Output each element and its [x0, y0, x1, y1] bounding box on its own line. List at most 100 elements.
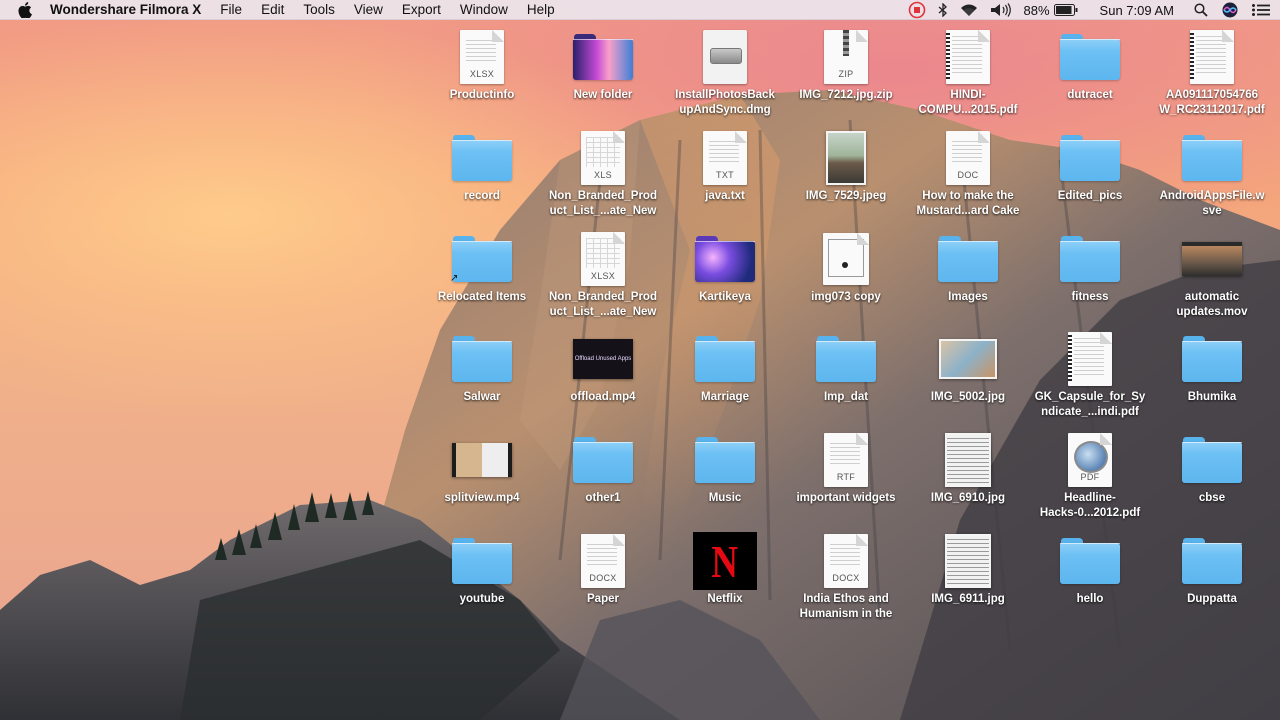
desktop-item[interactable]: DOCX India Ethos and Humanism in the	[785, 532, 907, 621]
desktop-item[interactable]: Marriage	[664, 330, 786, 405]
item-thumbnail: DOCX	[571, 532, 635, 590]
bluetooth-icon[interactable]	[938, 3, 948, 17]
desktop-item[interactable]: ZIP IMG_7212.jpg.zip	[785, 28, 907, 103]
document-icon: XLSX	[460, 30, 504, 84]
desktop-item[interactable]: other1	[542, 431, 664, 506]
clock[interactable]: Sun 7:09 AM	[1100, 3, 1174, 18]
desktop-item[interactable]: TXT java.txt	[664, 129, 786, 204]
photo-thumbnail	[826, 131, 866, 185]
desktop-item[interactable]: AndroidAppsFile.w sve	[1151, 129, 1273, 218]
wifi-icon[interactable]	[960, 3, 978, 17]
menu-app-name[interactable]: Wondershare Filmora X	[50, 2, 201, 17]
desktop-item[interactable]: automatic updates.mov	[1151, 230, 1273, 319]
folder-icon	[452, 336, 512, 382]
desktop-item[interactable]: N Netflix	[664, 532, 786, 607]
menu-edit[interactable]: Edit	[261, 2, 284, 17]
desktop-item[interactable]: DOC How to make the Mustard...ard Cake	[907, 129, 1029, 218]
folder-icon	[1060, 135, 1120, 181]
item-label: Non_Branded_Prod uct_List_...ate_New	[549, 190, 657, 217]
item-thumbnail	[1180, 28, 1244, 86]
record-stop-icon[interactable]	[908, 1, 926, 19]
item-thumbnail	[450, 532, 514, 590]
desktop-item[interactable]: ↗ Relocated Items	[421, 230, 543, 305]
desktop-item[interactable]: hello	[1029, 532, 1151, 607]
spotlight-icon[interactable]	[1194, 3, 1208, 17]
document-icon	[823, 233, 869, 285]
desktop-item[interactable]: XLSX Non_Branded_Prod uct_List_...ate_New	[542, 230, 664, 319]
video-thumbnail	[1182, 242, 1242, 276]
item-label: GK_Capsule_for_Sy ndicate_...indi.pdf	[1034, 391, 1146, 418]
desktop-item[interactable]: IMG_6911.jpg	[907, 532, 1029, 607]
desktop-item[interactable]: Offload Unused Apps offload.mp4	[542, 330, 664, 405]
menu-file[interactable]: File	[220, 2, 242, 17]
menu-tools[interactable]: Tools	[303, 2, 335, 17]
folder-icon: ↗	[450, 236, 512, 284]
desktop-item[interactable]: Images	[907, 230, 1029, 305]
netflix-logo-icon: N	[693, 532, 757, 590]
desktop-item[interactable]: IMG_5002.jpg	[907, 330, 1029, 405]
item-label: Netflix	[707, 593, 743, 605]
desktop-item[interactable]: RTF important widgets	[785, 431, 907, 506]
file-extension-badge: TXT	[716, 170, 734, 180]
desktop-item[interactable]: Kartikeya	[664, 230, 786, 305]
item-label: Music	[708, 492, 742, 504]
desktop-item[interactable]: Music	[664, 431, 786, 506]
item-label: IMG_6911.jpg	[931, 593, 1005, 605]
desktop-item[interactable]: dutracet	[1029, 28, 1151, 103]
item-thumbnail	[571, 431, 635, 489]
drive-icon	[710, 48, 742, 64]
volume-icon[interactable]	[990, 3, 1012, 17]
desktop-item[interactable]: HINDI- COMPU...2015.pdf	[907, 28, 1029, 117]
desktop-item[interactable]: XLSX Productinfo	[421, 28, 543, 103]
item-label: img073 copy	[811, 291, 881, 303]
desktop-item[interactable]: IMG_7529.jpeg	[785, 129, 907, 204]
desktop-item[interactable]: Salwar	[421, 330, 543, 405]
desktop-icon-grid: XLSX Productinfo New folder InstallPhotosBa…	[0, 0, 1280, 720]
desktop-item[interactable]: splitview.mp4	[421, 431, 543, 506]
apple-menu-icon[interactable]	[18, 1, 34, 18]
desktop-item[interactable]: cbse	[1151, 431, 1273, 506]
item-label: India Ethos and Humanism in the	[799, 593, 893, 620]
item-label: automatic updates.mov	[1176, 291, 1248, 318]
desktop-item[interactable]: Duppatta	[1151, 532, 1273, 607]
desktop-item[interactable]: GK_Capsule_for_Sy ndicate_...indi.pdf	[1029, 330, 1151, 419]
desktop-item[interactable]: Imp_dat	[785, 330, 907, 405]
desktop-item[interactable]: InstallPhotosBack upAndSync.dmg	[664, 28, 786, 117]
video-thumbnail: Offload Unused Apps	[573, 339, 633, 379]
item-thumbnail	[693, 431, 757, 489]
desktop-item[interactable]: youtube	[421, 532, 543, 607]
desktop-item[interactable]: Edited_pics	[1029, 129, 1151, 204]
desktop-item[interactable]: AA091117054766 W_RC23112017.pdf	[1151, 28, 1273, 117]
item-thumbnail	[1180, 129, 1244, 187]
desktop-item[interactable]: Bhumika	[1151, 330, 1273, 405]
menu-export[interactable]: Export	[402, 2, 441, 17]
desktop-item[interactable]: DOCX Paper	[542, 532, 664, 607]
item-label: Marriage	[701, 391, 749, 403]
folder-icon	[1182, 437, 1242, 483]
item-label: other1	[585, 492, 621, 504]
menu-window[interactable]: Window	[460, 2, 508, 17]
siri-icon[interactable]	[1222, 2, 1238, 18]
item-thumbnail	[936, 330, 1000, 388]
netflix-logo-letter: N	[711, 535, 739, 587]
desktop-item[interactable]: record	[421, 129, 543, 204]
menu-view[interactable]: View	[354, 2, 383, 17]
item-thumbnail: ↗	[450, 230, 514, 288]
folder-icon	[695, 236, 755, 282]
desktop-item[interactable]: IMG_6910.jpg	[907, 431, 1029, 506]
video-thumbnail	[452, 443, 512, 477]
battery-icon[interactable]	[1053, 4, 1078, 16]
desktop-item[interactable]: PDF Headline- Hacks-0...2012.pdf	[1029, 431, 1151, 520]
menu-help[interactable]: Help	[527, 2, 555, 17]
desktop-item[interactable]: img073 copy	[785, 230, 907, 305]
desktop-item[interactable]: XLS Non_Branded_Prod uct_List_...ate_New	[542, 129, 664, 218]
desktop-item[interactable]: fitness	[1029, 230, 1151, 305]
desktop-item[interactable]: New folder	[542, 28, 664, 103]
item-label: InstallPhotosBack upAndSync.dmg	[675, 89, 775, 116]
item-label: dutracet	[1067, 89, 1113, 101]
file-extension-badge: DOC	[957, 170, 979, 180]
folder-icon	[816, 336, 876, 382]
file-extension-badge: XLSX	[590, 271, 616, 281]
notification-center-icon[interactable]	[1252, 4, 1270, 16]
photo-thumbnail	[939, 339, 997, 379]
